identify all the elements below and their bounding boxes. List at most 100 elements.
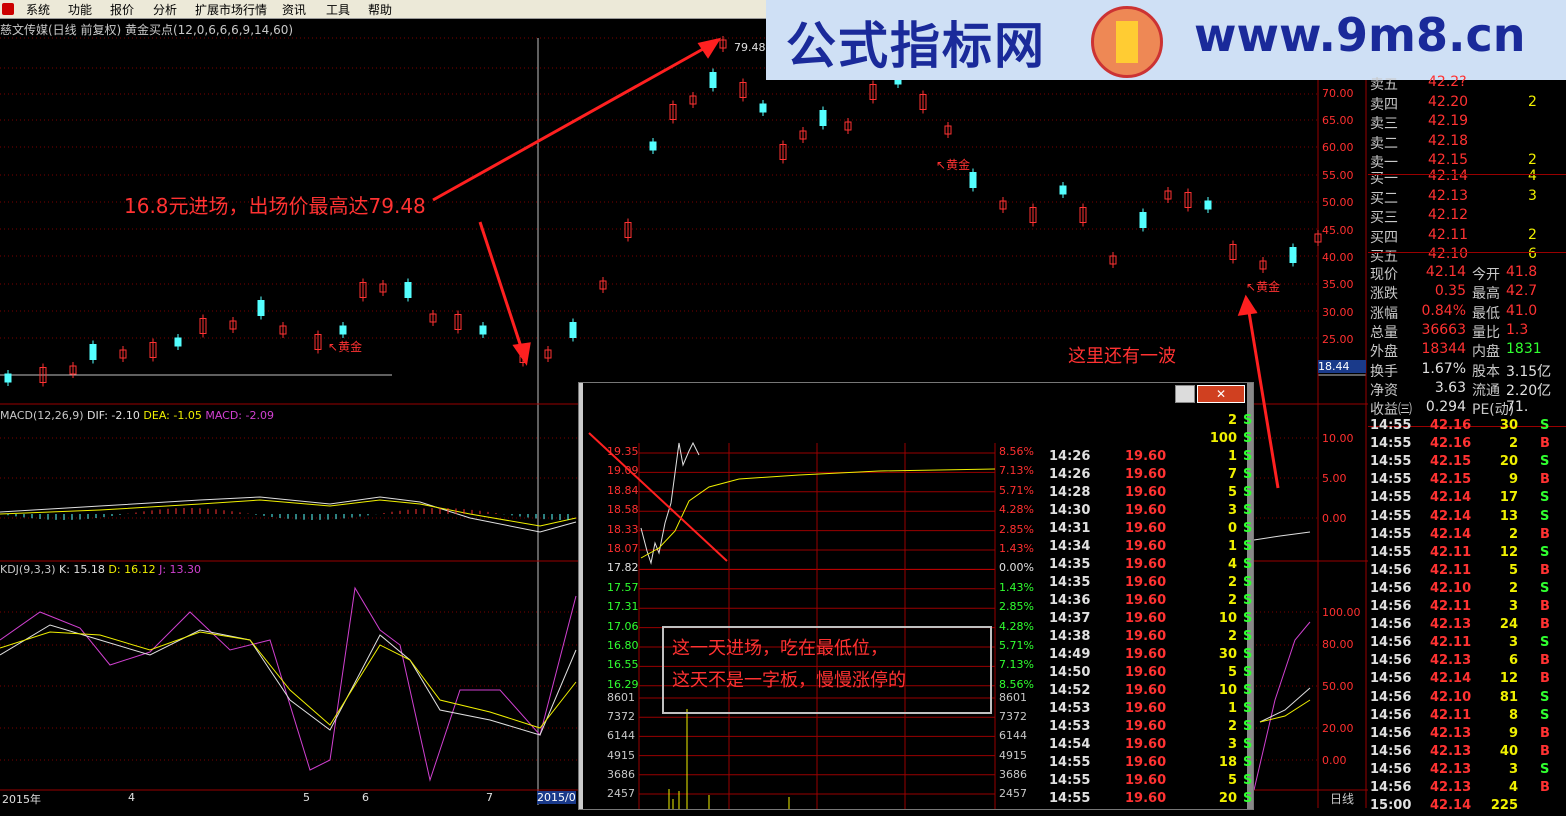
popup-tick-price: 19.60 [1125, 467, 1167, 482]
popup-tick-price: 19.60 [1125, 791, 1167, 806]
tick-direction: S [1540, 689, 1550, 705]
tick-time: 14:56 [1370, 689, 1412, 705]
popup-tick-time: 14:26 [1049, 449, 1091, 464]
tick-row: 14:56 42.10 2 S [1368, 581, 1566, 599]
quote-price: 42.2? [1428, 74, 1467, 90]
popup-tick-direction: S [1243, 629, 1253, 644]
tick-volume: 9 [1508, 472, 1518, 488]
price-axis-tick: 70.00 [1322, 87, 1354, 100]
price-axis-tick: 25.00 [1322, 333, 1354, 346]
quote-label: 买一 [1370, 171, 1398, 187]
popup-tick-volume: 2 [1227, 575, 1237, 590]
popup-price-tick: 18.33 [607, 522, 639, 536]
tick-time: 14:56 [1370, 725, 1412, 741]
tick-time: 14:56 [1370, 761, 1412, 777]
popup-tick-time: 14:53 [1049, 719, 1091, 734]
popup-price-tick: 18.84 [607, 483, 639, 497]
popup-tick-row: 14:28 19.60 5 S [1047, 485, 1253, 503]
popup-tick-row: 14:26 19.60 7 S [1047, 467, 1253, 485]
popup-tick-price: 19.60 [1125, 449, 1167, 464]
tick-price: 42.13 [1430, 653, 1472, 669]
popup-vol-tick: 3686 [607, 767, 635, 781]
quote-price: 42.12 [1428, 207, 1469, 223]
popup-tick-direction: S [1243, 593, 1253, 608]
tick-time: 14:56 [1370, 707, 1412, 723]
golden-label-2: ↖黄金 [936, 158, 971, 172]
candle [479, 325, 487, 335]
tick-row: 14:55 42.11 12 S [1368, 545, 1566, 563]
popup-restore-button[interactable] [1175, 385, 1195, 403]
tick-direction: S [1540, 635, 1550, 651]
popup-tick-volume: 5 [1227, 665, 1237, 680]
tick-price: 42.13 [1430, 725, 1472, 741]
tick-row: 14:56 42.13 40 B [1368, 744, 1566, 762]
tick-volume: 6 [1508, 653, 1518, 669]
popup-price-tick: 18.58 [607, 503, 639, 517]
intraday-avg-line [640, 468, 996, 559]
date-axis-label: 6 [362, 791, 369, 804]
stat-value: 1.67% [1421, 360, 1466, 377]
tick-price: 42.16 [1430, 436, 1472, 452]
stat-value: 36663 [1421, 321, 1466, 338]
stat-row: 现价 42.14 今开 41.8 [1368, 264, 1566, 283]
date-axis-label: 2015年 [2, 793, 41, 806]
tick-price: 42.14 [1430, 671, 1472, 687]
tick-price: 42.16 [1430, 418, 1472, 433]
popup-tick-time: 14:54 [1049, 737, 1091, 752]
quote-price: 42.15 [1428, 152, 1469, 168]
candle [569, 322, 577, 338]
popup-pct-tick: 7.13% [999, 464, 1034, 478]
macd-axis-tick: 10.00 [1322, 432, 1354, 445]
popup-tick-direction: S [1243, 521, 1253, 536]
tick-direction: B [1540, 617, 1550, 633]
stat-row: 涨幅 0.84% 最低 41.0 [1368, 303, 1566, 322]
popup-tick-time: 14:55 [1049, 755, 1091, 770]
intraday-chart[interactable] [579, 383, 1047, 809]
stat-value: 18344 [1421, 341, 1466, 358]
popup-close-button[interactable]: ✕ [1197, 385, 1245, 403]
popup-tick-volume: 2 [1227, 413, 1237, 428]
popup-tick-row: 14:53 19.60 1 S [1047, 701, 1253, 719]
tick-price: 42.14 [1430, 798, 1472, 814]
annotation-box: 这一天进场，吃在最低位， 这天不是一字板，慢慢涨停的 [662, 626, 992, 714]
tick-price: 42.11 [1430, 707, 1472, 723]
tick-volume: 17 [1499, 490, 1518, 506]
tick-time: 14:56 [1370, 780, 1412, 795]
tick-time: 14:56 [1370, 743, 1412, 759]
candle [759, 103, 767, 113]
stat-row: 收益㈢ 0.294 PE(动) 71. [1368, 399, 1566, 418]
popup-tick-price: 19.60 [1125, 755, 1167, 770]
price-axis-tick: 50.00 [1322, 196, 1354, 209]
popup-price-tick: 17.82 [607, 561, 639, 575]
tick-direction: B [1540, 599, 1550, 614]
popup-price-tick: 16.55 [607, 658, 639, 672]
popup-price-tick: 16.80 [607, 639, 639, 652]
tick-time: 14:56 [1370, 635, 1412, 651]
popup-tick-direction: S [1243, 719, 1253, 734]
price-axis-tick: 60.00 [1322, 141, 1354, 154]
kdj-axis-tick: 0.00 [1322, 754, 1347, 767]
banner-url: www.9m8.cn [1194, 8, 1526, 62]
popup-vol-tick: 2457 [607, 787, 635, 800]
quote-label: 买四 [1370, 229, 1398, 246]
macd-axis-tick: 0.00 [1322, 512, 1347, 525]
popup-tick-time: 14:53 [1049, 701, 1091, 716]
tick-volume: 5 [1508, 562, 1518, 578]
period-label[interactable]: 日线 [1330, 790, 1354, 807]
popup-tick-direction: S [1243, 431, 1253, 446]
tick-row: 14:56 42.13 4 B [1368, 780, 1566, 798]
ask-row: 卖四 42.20 2 [1368, 94, 1566, 113]
intraday-popup[interactable]: ✕ 19.35 19.09 18.84 18.58 18.33 18.07 17.82 17.… [578, 382, 1254, 810]
popup-tick-volume: 5 [1227, 485, 1237, 500]
popup-tick-time: 14:31 [1049, 521, 1091, 536]
popup-vol-tick: 8601 [607, 691, 635, 704]
tick-time: 14:56 [1370, 580, 1412, 596]
popup-vol-tick-right: 8601 [999, 691, 1027, 704]
stat-label-2: 量比 [1472, 324, 1500, 341]
popup-titlebar[interactable]: ✕ [1175, 383, 1253, 403]
candle [404, 282, 412, 298]
popup-tick-direction: S [1243, 773, 1253, 788]
popup-tick-price: 19.60 [1125, 611, 1167, 626]
tick-row: 14:55 42.14 17 S [1368, 490, 1566, 508]
popup-price-tick: 17.57 [607, 580, 639, 594]
